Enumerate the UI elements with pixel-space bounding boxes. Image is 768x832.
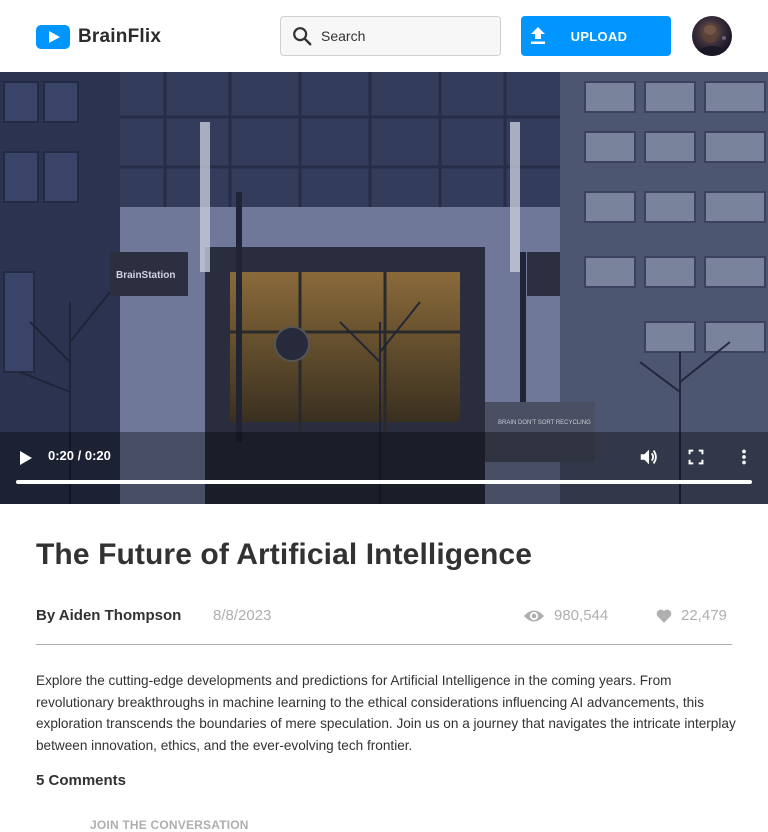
search-input[interactable]: [321, 28, 491, 44]
brand-name: BrainFlix: [78, 26, 162, 47]
author-name: By Aiden Thompson: [36, 607, 182, 624]
brand-logo[interactable]: BrainFlix: [36, 24, 161, 50]
heart-icon[interactable]: [655, 607, 673, 625]
recycling-sign: BRAIN DON'T SORT RECYCLING: [498, 420, 591, 426]
video-time: 0:20 / 0:20: [48, 448, 111, 463]
avatar-portrait: [696, 23, 728, 56]
search-box[interactable]: [280, 16, 501, 56]
upload-button[interactable]: UPLOAD: [521, 16, 671, 56]
video-controls: 0:20 / 0:20: [0, 436, 768, 504]
fullscreen-icon[interactable]: [685, 446, 707, 468]
join-conversation-label: JOIN THE CONVERSATION: [90, 818, 249, 832]
play-icon[interactable]: [16, 448, 36, 468]
site-header: BrainFlix UPLOAD: [0, 0, 768, 72]
eye-icon: [523, 610, 545, 622]
video-progress-bar[interactable]: [16, 480, 752, 484]
comments-count: 5 Comments: [36, 772, 127, 789]
view-count: 980,544: [554, 607, 609, 624]
video-title: The Future of Artificial Intelligence: [36, 538, 532, 571]
video-meta: By Aiden Thompson 8/8/2023 980,544 22,47…: [36, 604, 732, 630]
more-options-icon[interactable]: [733, 446, 755, 468]
brainstation-sign: BrainStation: [116, 270, 175, 281]
play-logo-icon: [36, 25, 70, 49]
user-avatar[interactable]: [692, 16, 732, 56]
upload-icon: [531, 27, 545, 44]
meta-divider: [36, 644, 732, 645]
video-player[interactable]: BrainStation BRAIN DON'T SORT RECYCLING: [0, 72, 768, 504]
like-count: 22,479: [681, 607, 727, 624]
volume-icon[interactable]: [638, 446, 660, 468]
search-icon: [293, 27, 312, 46]
video-description: Explore the cutting-edge developments an…: [36, 673, 736, 753]
publish-date: 8/8/2023: [213, 607, 272, 624]
